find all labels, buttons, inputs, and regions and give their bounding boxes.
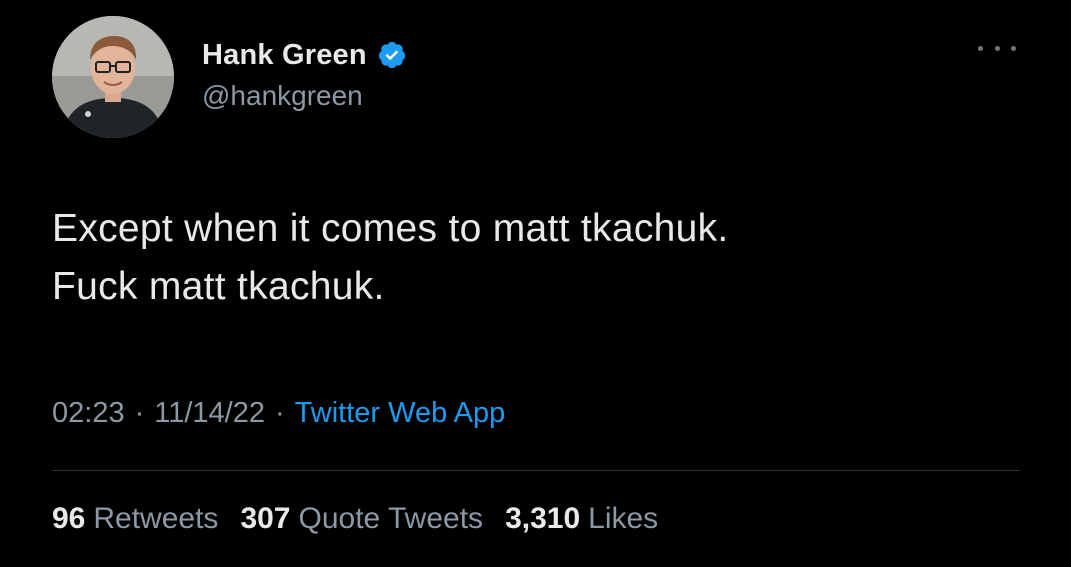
engagement-stats: 96 Retweets 307 Quote Tweets 3,310 Likes bbox=[52, 502, 658, 536]
meta-separator: · bbox=[134, 397, 145, 429]
tweet-card: Hank Green @hankgreen Except when it com… bbox=[0, 0, 1071, 567]
likes-count: 3,310 bbox=[505, 502, 581, 535]
more-dot bbox=[978, 45, 983, 51]
retweets-label: Retweets bbox=[93, 502, 219, 535]
avatar[interactable] bbox=[52, 16, 174, 138]
likes-stat[interactable]: 3,310 Likes bbox=[505, 502, 658, 536]
avatar-photo-icon bbox=[52, 16, 174, 138]
divider bbox=[52, 470, 1020, 471]
more-dot bbox=[1011, 45, 1016, 51]
author-handle[interactable]: @hankgreen bbox=[202, 80, 363, 112]
retweets-stat[interactable]: 96 Retweets bbox=[52, 502, 218, 536]
meta-separator: · bbox=[274, 397, 285, 429]
tweet-text: Except when it comes to matt tkachuk. Fu… bbox=[52, 200, 1042, 316]
more-options-icon[interactable] bbox=[978, 38, 1016, 58]
quote-tweets-count: 307 bbox=[240, 502, 291, 535]
quote-tweets-stat[interactable]: 307 Quote Tweets bbox=[240, 502, 483, 536]
tweet-source-link[interactable]: Twitter Web App bbox=[295, 397, 506, 430]
author-display-name[interactable]: Hank Green bbox=[202, 39, 367, 72]
tweet-meta: 02:23 · 11/14/22 · Twitter Web App bbox=[52, 397, 505, 430]
author-name-row: Hank Green bbox=[202, 36, 407, 74]
more-dot bbox=[994, 45, 1000, 51]
tweet-time[interactable]: 02:23 bbox=[52, 397, 125, 430]
tweet-text-line: Except when it comes to matt tkachuk. bbox=[52, 207, 729, 250]
tweet-text-line: Fuck matt tkachuk. bbox=[52, 265, 385, 308]
likes-label: Likes bbox=[588, 502, 659, 535]
tweet-date[interactable]: 11/14/22 bbox=[154, 397, 265, 430]
retweets-count: 96 bbox=[52, 502, 86, 535]
verified-badge-icon bbox=[377, 40, 407, 70]
quote-tweets-label: Quote Tweets bbox=[298, 502, 484, 535]
